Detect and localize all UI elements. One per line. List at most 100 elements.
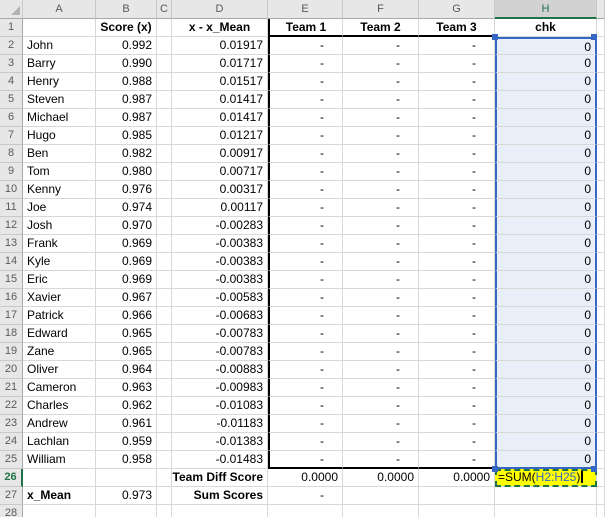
cell-F16[interactable]: - bbox=[343, 289, 419, 307]
cell-G3[interactable]: - bbox=[419, 55, 495, 73]
cell-F24[interactable]: - bbox=[343, 433, 419, 451]
cell-H13[interactable]: 0 bbox=[495, 235, 597, 253]
column-header-D[interactable]: D bbox=[172, 0, 268, 19]
cell-F3[interactable]: - bbox=[343, 55, 419, 73]
row-header-5[interactable]: 5 bbox=[0, 91, 23, 109]
cell-H21[interactable]: 0 bbox=[495, 379, 597, 397]
cell-G16[interactable]: - bbox=[419, 289, 495, 307]
cell-H17[interactable]: 0 bbox=[495, 307, 597, 325]
cell-G25[interactable]: - bbox=[419, 451, 495, 469]
cell-F7[interactable]: - bbox=[343, 127, 419, 145]
cell-C4[interactable] bbox=[157, 73, 172, 91]
cell-H7[interactable]: 0 bbox=[495, 127, 597, 145]
row-header-11[interactable]: 11 bbox=[0, 199, 23, 217]
column-header-A[interactable]: A bbox=[23, 0, 96, 19]
column-header-C[interactable]: C bbox=[157, 0, 172, 19]
cell-B9[interactable]: 0.980 bbox=[96, 163, 157, 181]
cell-B5[interactable]: 0.987 bbox=[96, 91, 157, 109]
cell-C17[interactable] bbox=[157, 307, 172, 325]
cell-partial-8[interactable] bbox=[597, 145, 605, 163]
cell-partial-23[interactable] bbox=[597, 415, 605, 433]
cell-H18[interactable]: 0 bbox=[495, 325, 597, 343]
cell-D27[interactable]: Sum Scores bbox=[172, 487, 268, 505]
cell-partial-12[interactable] bbox=[597, 217, 605, 235]
cell-H27[interactable] bbox=[495, 487, 597, 505]
cell-G6[interactable]: - bbox=[419, 109, 495, 127]
cell-E8[interactable]: - bbox=[268, 145, 343, 163]
formula-edit-cell-H26[interactable]: =SUM(H2:H25) bbox=[495, 469, 597, 487]
row-header-3[interactable]: 3 bbox=[0, 55, 23, 73]
cell-A18[interactable]: Edward bbox=[23, 325, 96, 343]
cell-B26[interactable] bbox=[96, 469, 157, 487]
cell-partial-7[interactable] bbox=[597, 127, 605, 145]
cell-F5[interactable]: - bbox=[343, 91, 419, 109]
column-header-E[interactable]: E bbox=[268, 0, 343, 19]
cell-B10[interactable]: 0.976 bbox=[96, 181, 157, 199]
cell-H14[interactable]: 0 bbox=[495, 253, 597, 271]
cell-G19[interactable]: - bbox=[419, 343, 495, 361]
cell-H2[interactable]: 0 bbox=[495, 37, 597, 55]
cell-B8[interactable]: 0.982 bbox=[96, 145, 157, 163]
cell-E20[interactable]: - bbox=[268, 361, 343, 379]
cell-D4[interactable]: 0.01517 bbox=[172, 73, 268, 91]
cell-B14[interactable]: 0.969 bbox=[96, 253, 157, 271]
cell-B12[interactable]: 0.970 bbox=[96, 217, 157, 235]
cell-A3[interactable]: Barry bbox=[23, 55, 96, 73]
cell-D3[interactable]: 0.01717 bbox=[172, 55, 268, 73]
row-header-28[interactable]: 28 bbox=[0, 505, 23, 517]
cell-partial-28[interactable] bbox=[597, 505, 605, 517]
cell-D19[interactable]: -0.00783 bbox=[172, 343, 268, 361]
cell-A5[interactable]: Steven bbox=[23, 91, 96, 109]
cell-C3[interactable] bbox=[157, 55, 172, 73]
cell-C21[interactable] bbox=[157, 379, 172, 397]
cell-G26[interactable]: 0.0000 bbox=[419, 469, 495, 487]
cell-H4[interactable]: 0 bbox=[495, 73, 597, 91]
cell-B27[interactable]: 0.973 bbox=[96, 487, 157, 505]
cell-A19[interactable]: Zane bbox=[23, 343, 96, 361]
cell-E13[interactable]: - bbox=[268, 235, 343, 253]
cell-G8[interactable]: - bbox=[419, 145, 495, 163]
cell-H20[interactable]: 0 bbox=[495, 361, 597, 379]
cell-A13[interactable]: Frank bbox=[23, 235, 96, 253]
cell-E3[interactable]: - bbox=[268, 55, 343, 73]
cell-E2[interactable]: - bbox=[268, 37, 343, 55]
cell-B21[interactable]: 0.963 bbox=[96, 379, 157, 397]
cell-D12[interactable]: -0.00283 bbox=[172, 217, 268, 235]
cell-A14[interactable]: Kyle bbox=[23, 253, 96, 271]
cell-C28[interactable] bbox=[157, 505, 172, 517]
cell-D13[interactable]: -0.00383 bbox=[172, 235, 268, 253]
cell-D17[interactable]: -0.00683 bbox=[172, 307, 268, 325]
cell-D2[interactable]: 0.01917 bbox=[172, 37, 268, 55]
cell-E5[interactable]: - bbox=[268, 91, 343, 109]
cell-B17[interactable]: 0.966 bbox=[96, 307, 157, 325]
cell-F11[interactable]: - bbox=[343, 199, 419, 217]
cell-E6[interactable]: - bbox=[268, 109, 343, 127]
cell-C5[interactable] bbox=[157, 91, 172, 109]
cell-A24[interactable]: Lachlan bbox=[23, 433, 96, 451]
cell-A21[interactable]: Cameron bbox=[23, 379, 96, 397]
cell-A10[interactable]: Kenny bbox=[23, 181, 96, 199]
cell-B25[interactable]: 0.958 bbox=[96, 451, 157, 469]
cell-C7[interactable] bbox=[157, 127, 172, 145]
cell-E16[interactable]: - bbox=[268, 289, 343, 307]
cell-A7[interactable]: Hugo bbox=[23, 127, 96, 145]
cell-partial-3[interactable] bbox=[597, 55, 605, 73]
row-header-27[interactable]: 27 bbox=[0, 487, 23, 505]
cell-partial-15[interactable] bbox=[597, 271, 605, 289]
cell-partial-4[interactable] bbox=[597, 73, 605, 91]
cell-F14[interactable]: - bbox=[343, 253, 419, 271]
cell-B2[interactable]: 0.992 bbox=[96, 37, 157, 55]
selection-handle-bottom-left[interactable] bbox=[492, 466, 498, 472]
cell-H24[interactable]: 0 bbox=[495, 433, 597, 451]
cell-D23[interactable]: -0.01183 bbox=[172, 415, 268, 433]
cell-A16[interactable]: Xavier bbox=[23, 289, 96, 307]
cell-H28[interactable] bbox=[495, 505, 597, 517]
cell-B11[interactable]: 0.974 bbox=[96, 199, 157, 217]
cell-D10[interactable]: 0.00317 bbox=[172, 181, 268, 199]
row-header-2[interactable]: 2 bbox=[0, 37, 23, 55]
cell-A26[interactable] bbox=[23, 469, 96, 487]
cell-D8[interactable]: 0.00917 bbox=[172, 145, 268, 163]
row-header-7[interactable]: 7 bbox=[0, 127, 23, 145]
cell-partial-24[interactable] bbox=[597, 433, 605, 451]
cell-G18[interactable]: - bbox=[419, 325, 495, 343]
